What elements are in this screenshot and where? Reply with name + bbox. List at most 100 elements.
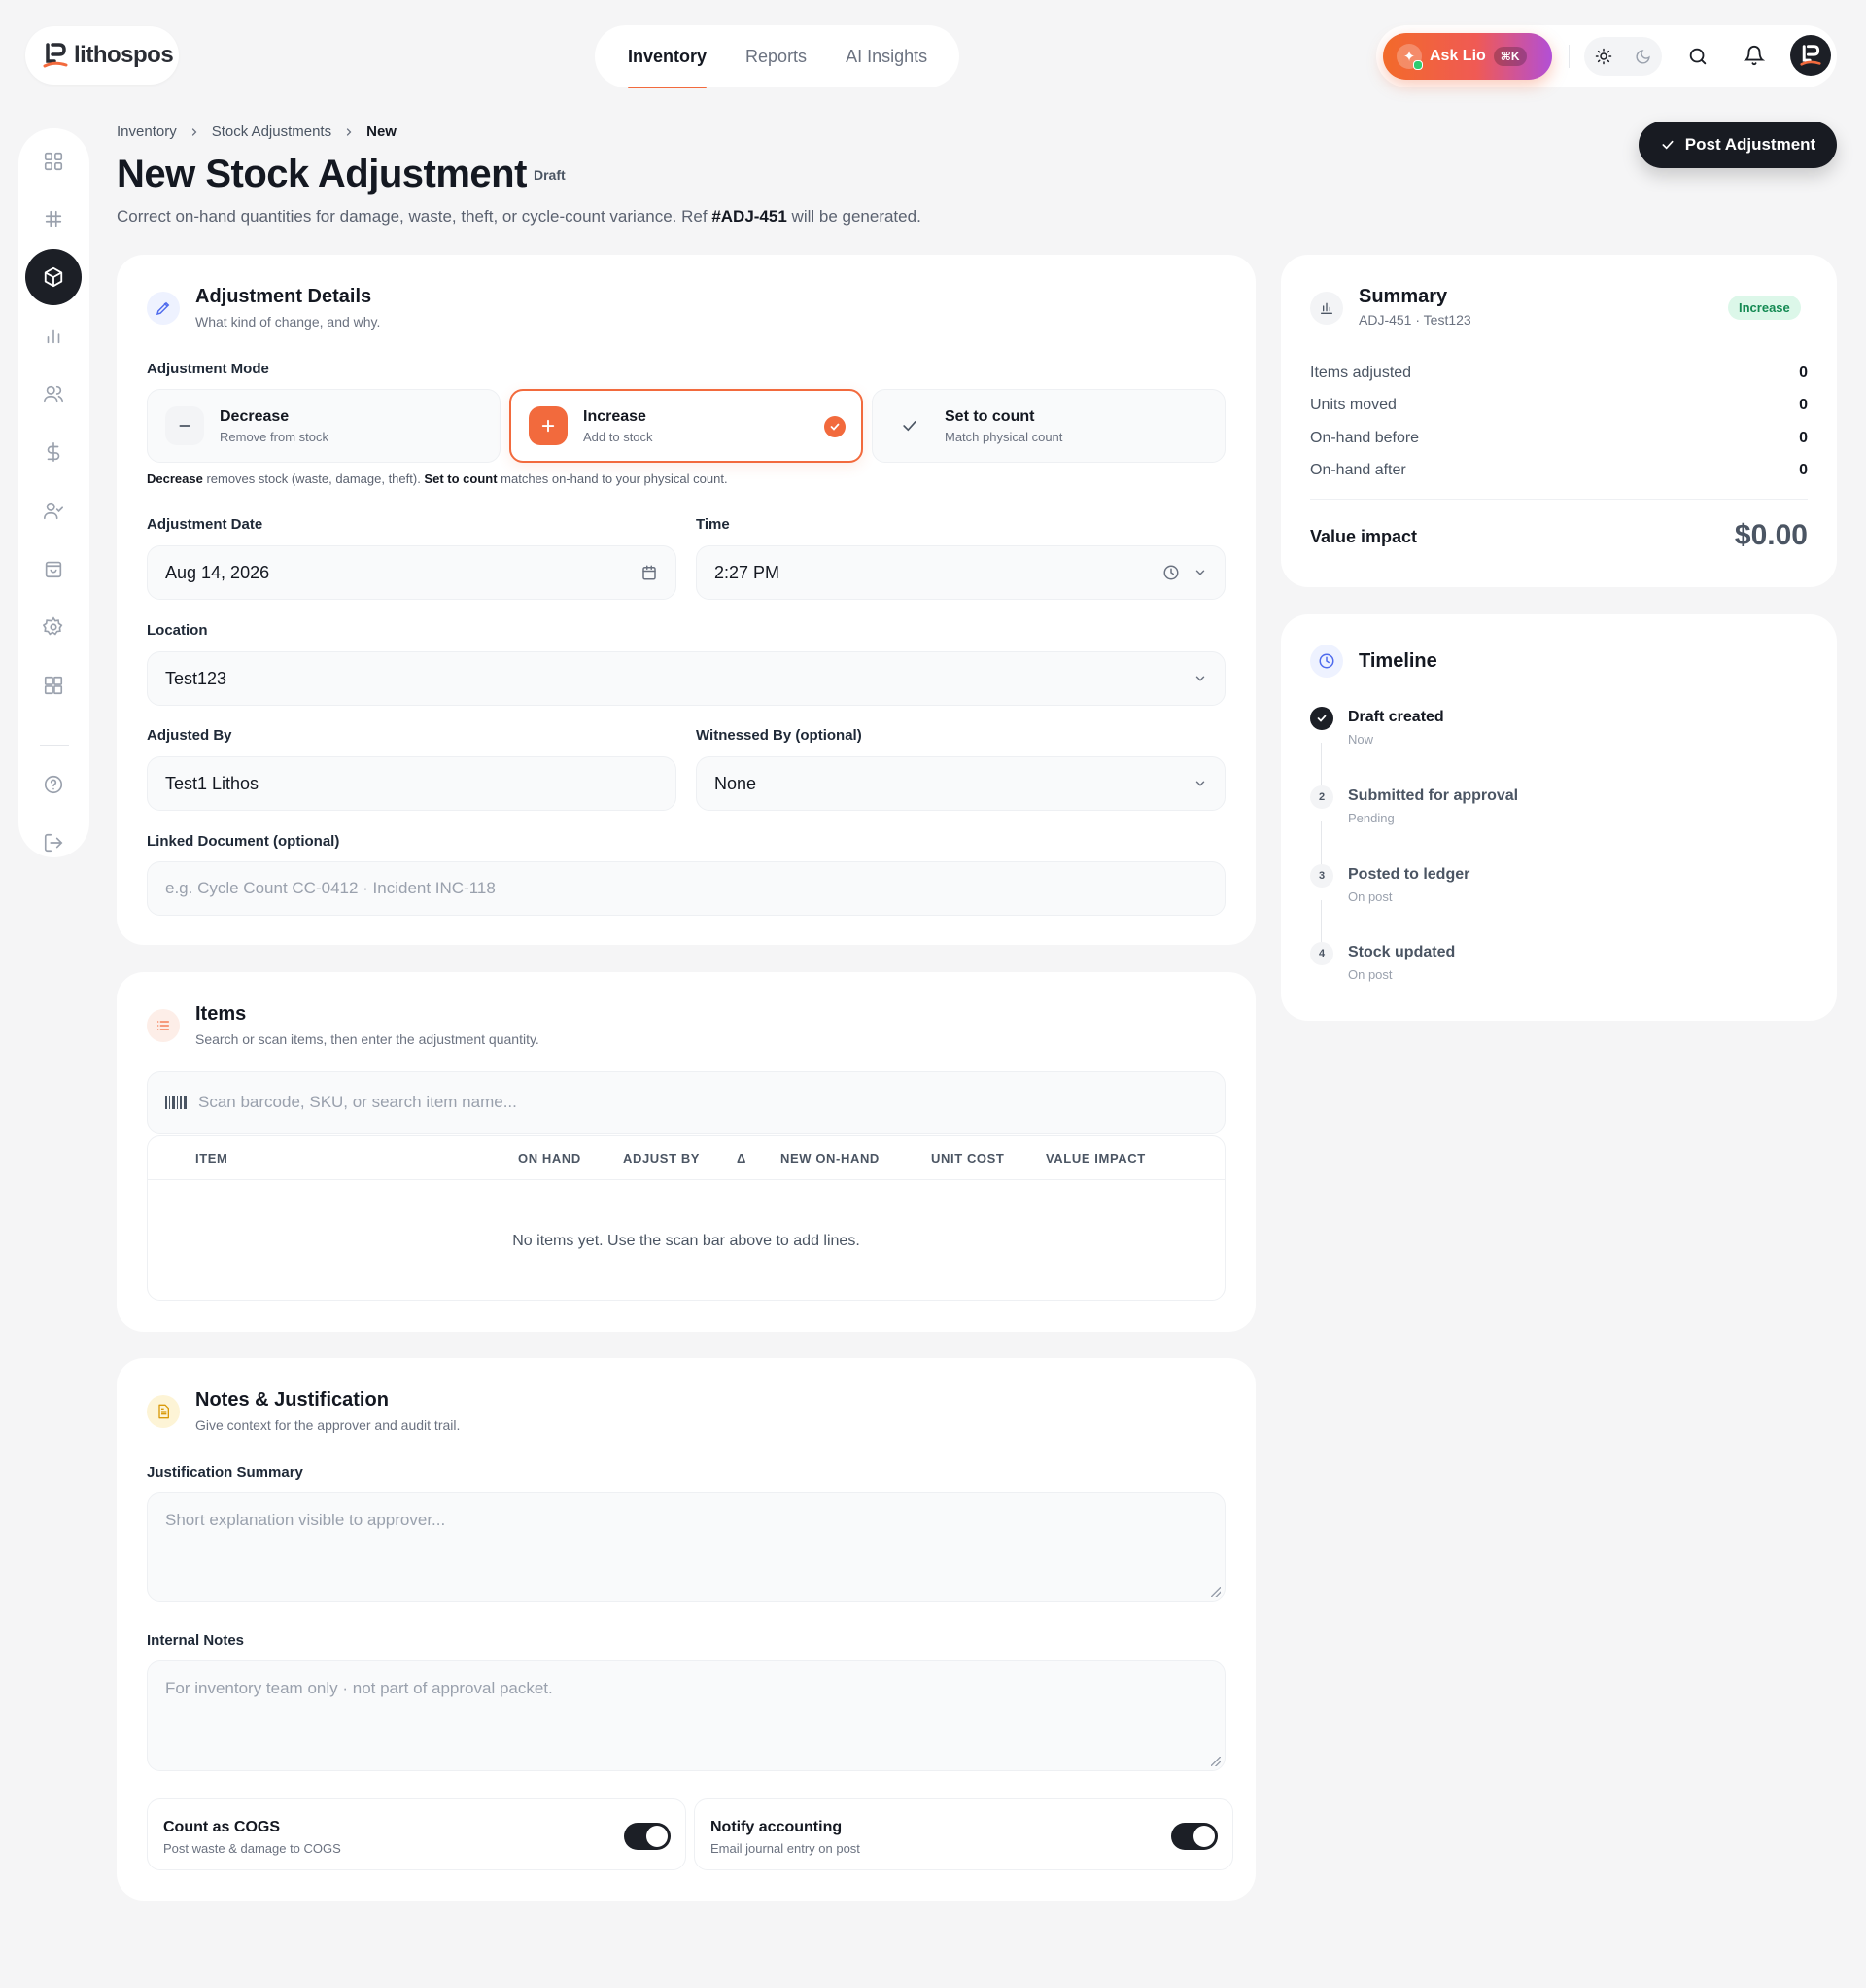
justification-summary-input[interactable]: Short explanation visible to approver... (147, 1492, 1226, 1602)
col-unit-cost[interactable]: UNIT COST (931, 1151, 1004, 1166)
location-label: Location (147, 622, 208, 639)
summary-row-on-hand-after: On-hand after 0 (1310, 462, 1808, 479)
sidebar-item-customers[interactable] (25, 366, 82, 422)
summary-divider (1310, 499, 1808, 500)
sun-icon[interactable] (1595, 48, 1612, 65)
sidebar-item-staff[interactable] (25, 482, 82, 539)
adjustment-details-subtitle: What kind of change, and why. (195, 314, 381, 330)
barcode-icon (165, 1096, 187, 1109)
ask-lio-button[interactable]: ✦ Ask Lio ⌘K (1383, 33, 1552, 80)
check-icon (1310, 707, 1333, 730)
sidebar-item-apps[interactable] (25, 657, 82, 714)
moon-icon[interactable] (1635, 49, 1651, 65)
mode-increase-title: Increase (583, 407, 646, 425)
col-item[interactable]: ITEM (195, 1151, 227, 1166)
adjusted-by-input[interactable]: Test1 Lithos (147, 756, 676, 811)
breadcrumb-inventory[interactable]: Inventory (117, 123, 177, 140)
help-bold-set: Set to count (424, 471, 498, 486)
timeline-step-title: Posted to ledger (1348, 866, 1470, 883)
mode-increase[interactable]: Increase Add to stock (509, 389, 863, 463)
mode-set-to-count-sub: Match physical count (945, 429, 1063, 444)
status-badge: Draft (534, 167, 566, 183)
justification-summary-placeholder: Short explanation visible to approver... (165, 1511, 446, 1529)
sidebar-divider (40, 745, 69, 746)
subtitle-text-end: will be generated. (786, 207, 921, 226)
minus-icon (165, 406, 204, 445)
witnessed-by-select[interactable]: None (696, 756, 1226, 811)
breadcrumb-current: New (366, 123, 397, 140)
help-bold-decrease: Decrease (147, 471, 203, 486)
sidebar-item-pos[interactable] (25, 191, 82, 247)
sidebar-item-logout[interactable] (25, 815, 82, 871)
summary-row-items-adjusted: Items adjusted 0 (1310, 365, 1808, 382)
sidebar-item-settings[interactable] (25, 599, 82, 655)
adjustment-details-header: Adjustment Details What kind of change, … (147, 286, 380, 330)
dollar-icon (47, 442, 60, 462)
summary-value: 0 (1799, 462, 1808, 478)
timeline-connector (1321, 743, 1322, 791)
timeline-step-number: 4 (1310, 942, 1333, 965)
bell-icon[interactable] (1744, 45, 1765, 66)
col-new-on-hand[interactable]: NEW ON-HAND (780, 1151, 880, 1166)
sliders-icon (45, 210, 62, 227)
box-icon (44, 266, 63, 288)
notify-accounting-toggle[interactable] (1171, 1823, 1218, 1850)
timeline-step-title: Submitted for approval (1348, 787, 1519, 804)
linked-document-placeholder: e.g. Cycle Count CC-0412 · Incident INC-… (165, 879, 496, 897)
timeline-connector (1321, 821, 1322, 870)
count-as-cogs-row: Count as COGS Post waste & damage to COG… (147, 1798, 686, 1870)
adjusted-by-value: Test1 Lithos (165, 773, 259, 793)
col-value-impact[interactable]: VALUE IMPACT (1046, 1151, 1146, 1166)
timeline-step-sub: Pending (1348, 811, 1395, 825)
sidebar-item-orders[interactable] (25, 541, 82, 597)
internal-notes-input[interactable]: For inventory team only · not part of ap… (147, 1660, 1226, 1771)
post-adjustment-button[interactable]: Post Adjustment (1639, 122, 1837, 168)
mode-set-to-count[interactable]: Set to count Match physical count (872, 389, 1226, 463)
theme-toggle[interactable] (1584, 37, 1662, 76)
breadcrumb-stock-adjustments[interactable]: Stock Adjustments (212, 123, 331, 140)
check-icon (890, 406, 929, 445)
mode-decrease[interactable]: Decrease Remove from stock (147, 389, 501, 463)
check-icon (1662, 140, 1674, 150)
clock-icon (1163, 565, 1179, 580)
time-value: 2:27 PM (714, 562, 780, 582)
sidebar-item-dashboard[interactable] (25, 133, 82, 190)
timeline-step-number: 2 (1310, 785, 1333, 809)
page-title: New Stock Adjustment (117, 153, 527, 195)
col-delta[interactable]: Δ (737, 1151, 746, 1166)
linked-document-input[interactable]: e.g. Cycle Count CC-0412 · Incident INC-… (147, 861, 1226, 916)
adjustment-date-input[interactable]: Aug 14, 2026 (147, 545, 676, 600)
mode-decrease-title: Decrease (220, 407, 290, 425)
sidebar-item-help[interactable] (25, 756, 82, 813)
tab-ai-insights[interactable]: AI Insights (846, 47, 927, 67)
location-select[interactable]: Test123 (147, 651, 1226, 706)
brand-logo[interactable]: lithospos (25, 26, 179, 85)
search-icon[interactable] (1687, 46, 1709, 67)
adjusted-by-label: Adjusted By (147, 727, 232, 744)
col-adjust-by[interactable]: ADJUST BY (623, 1151, 700, 1166)
summary-header: Summary ADJ-451 · Test123 (1310, 286, 1471, 328)
witnessed-by-label: Witnessed By (optional) (696, 727, 862, 744)
timeline-step-number: 3 (1310, 864, 1333, 888)
tab-reports[interactable]: Reports (745, 47, 807, 67)
sidebar-item-reports[interactable] (25, 307, 82, 364)
avatar[interactable] (1790, 35, 1831, 76)
reference-number: #ADJ-451 (711, 207, 787, 226)
summary-value: 0 (1799, 430, 1808, 446)
sidebar-item-finance[interactable] (25, 424, 82, 480)
timeline-step-sub: Now (1348, 732, 1374, 747)
mode-decrease-sub: Remove from stock (220, 429, 328, 444)
col-on-hand[interactable]: ON HAND (518, 1151, 581, 1166)
count-as-cogs-toggle[interactable] (624, 1823, 671, 1850)
resize-grip-icon[interactable] (1211, 1757, 1221, 1766)
timeline-step-title: Draft created (1348, 709, 1444, 725)
scan-placeholder: Scan barcode, SKU, or search item name..… (198, 1093, 517, 1111)
tab-inventory[interactable]: Inventory (628, 47, 708, 88)
divider (1569, 45, 1570, 68)
scan-input[interactable]: Scan barcode, SKU, or search item name..… (147, 1071, 1226, 1134)
time-input[interactable]: 2:27 PM (696, 545, 1226, 600)
summary-label: Units moved (1310, 397, 1397, 413)
resize-grip-icon[interactable] (1211, 1587, 1221, 1597)
sidebar-item-inventory[interactable] (25, 249, 82, 305)
adjustment-date-value: Aug 14, 2026 (165, 562, 270, 582)
